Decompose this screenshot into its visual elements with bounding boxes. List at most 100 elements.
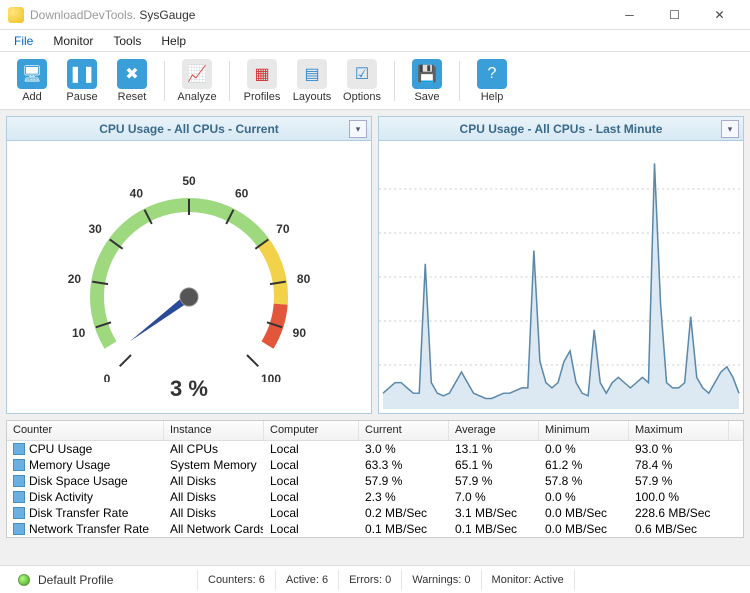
layouts-icon: ▤ [297, 59, 327, 89]
menu-monitor[interactable]: Monitor [43, 31, 103, 51]
grid-header-cell[interactable]: Computer [264, 421, 359, 440]
grid-header-cell[interactable]: Minimum [539, 421, 629, 440]
grid-cell: Disk Transfer Rate [7, 506, 164, 520]
grid-cell: Local [264, 474, 359, 488]
grid-cell: 0.0 % [539, 442, 629, 456]
counter-icon [13, 443, 25, 455]
status-counters: Counters: 6 [198, 570, 276, 590]
pause-button[interactable]: ❚❚Pause [60, 56, 104, 106]
analyze-button[interactable]: 📈Analyze [175, 56, 219, 106]
svg-text:20: 20 [68, 272, 82, 286]
add-button[interactable]: 🖥Add [10, 56, 54, 106]
grid-cell: Local [264, 490, 359, 504]
grid-header-cell[interactable]: Average [449, 421, 539, 440]
counter-icon [13, 491, 25, 503]
svg-text:0: 0 [104, 372, 111, 382]
grid-header-cell[interactable]: Maximum [629, 421, 729, 440]
table-row[interactable]: Disk Transfer RateAll DisksLocal0.2 MB/S… [7, 505, 743, 521]
grid-header: CounterInstanceComputerCurrentAverageMin… [7, 421, 743, 441]
grid-cell: 0.6 MB/Sec [629, 522, 729, 536]
grid-cell: Disk Activity [7, 490, 164, 504]
grid-cell: 0.0 % [539, 490, 629, 504]
grid-cell: 78.4 % [629, 458, 729, 472]
grid-cell: 3.1 MB/Sec [449, 506, 539, 520]
grid-cell: 0.0 MB/Sec [539, 506, 629, 520]
counter-icon [13, 459, 25, 471]
title-text: DownloadDevTools. SysGauge [30, 8, 195, 22]
grid-cell: All Disks [164, 490, 264, 504]
svg-text:10: 10 [72, 326, 86, 340]
grid-cell: 0.2 MB/Sec [359, 506, 449, 520]
gauge-panel-menu[interactable]: ▾ [349, 120, 367, 138]
pause-icon: ❚❚ [67, 59, 97, 89]
chart-panel-title: CPU Usage - All CPUs - Last Minute [460, 122, 663, 136]
grid-cell: 13.1 % [449, 442, 539, 456]
save-button[interactable]: 💾Save [405, 56, 449, 106]
grid-cell: Memory Usage [7, 458, 164, 472]
statusbar: Default Profile Counters: 6 Active: 6 Er… [0, 565, 750, 593]
main-panels: CPU Usage - All CPUs - Current ▾ 0 10 20 30… [0, 110, 750, 420]
grid-cell: All CPUs [164, 442, 264, 456]
grid-cell: 0.1 MB/Sec [359, 522, 449, 536]
grid-cell: 63.3 % [359, 458, 449, 472]
close-button[interactable]: ✕ [697, 1, 742, 29]
counter-icon [13, 507, 25, 519]
options-icon: ☑ [347, 59, 377, 89]
help-icon: ? [477, 59, 507, 89]
grid-cell: System Memory [164, 458, 264, 472]
table-row[interactable]: Disk Space UsageAll DisksLocal57.9 %57.9… [7, 473, 743, 489]
grid-cell: All Network Cards [164, 522, 264, 536]
svg-text:50: 50 [182, 174, 196, 188]
analyze-icon: 📈 [182, 59, 212, 89]
grid-cell: Disk Space Usage [7, 474, 164, 488]
toolbar: 🖥Add ❚❚Pause ✖Reset 📈Analyze ▦Profiles ▤… [0, 52, 750, 110]
status-active: Active: 6 [276, 570, 339, 590]
svg-text:90: 90 [293, 326, 307, 340]
grid-header-cell[interactable]: Instance [164, 421, 264, 440]
grid-cell: 57.8 % [539, 474, 629, 488]
svg-text:100: 100 [261, 372, 281, 382]
grid-cell: 65.1 % [449, 458, 539, 472]
gauge-value: 3 % [170, 376, 208, 402]
gauge-panel-title: CPU Usage - All CPUs - Current [99, 122, 279, 136]
grid-cell: 3.0 % [359, 442, 449, 456]
grid-cell: Local [264, 442, 359, 456]
grid-cell: 57.9 % [359, 474, 449, 488]
help-button[interactable]: ?Help [470, 56, 514, 106]
app-icon [8, 7, 24, 23]
gauge-panel: CPU Usage - All CPUs - Current ▾ 0 10 20 30… [6, 116, 372, 414]
grid-cell: 100.0 % [629, 490, 729, 504]
grid-cell: All Disks [164, 506, 264, 520]
svg-text:30: 30 [88, 222, 102, 236]
chart-panel: CPU Usage - All CPUs - Last Minute ▾ [378, 116, 744, 414]
reset-button[interactable]: ✖Reset [110, 56, 154, 106]
grid-cell: 2.3 % [359, 490, 449, 504]
grid-cell: 0.1 MB/Sec [449, 522, 539, 536]
profiles-icon: ▦ [247, 59, 277, 89]
grid-header-cell[interactable]: Current [359, 421, 449, 440]
menu-file[interactable]: File [4, 31, 43, 51]
table-row[interactable]: Memory UsageSystem MemoryLocal63.3 %65.1… [7, 457, 743, 473]
titlebar: DownloadDevTools. SysGauge ─ ☐ ✕ [0, 0, 750, 30]
grid-header-cell[interactable]: Counter [7, 421, 164, 440]
maximize-button[interactable]: ☐ [652, 1, 697, 29]
profiles-button[interactable]: ▦Profiles [240, 56, 284, 106]
status-warnings: Warnings: 0 [402, 570, 481, 590]
menu-tools[interactable]: Tools [103, 31, 151, 51]
table-row[interactable]: CPU UsageAll CPUsLocal3.0 %13.1 %0.0 %93… [7, 441, 743, 457]
minimize-button[interactable]: ─ [607, 1, 652, 29]
table-row[interactable]: Network Transfer RateAll Network CardsLo… [7, 521, 743, 537]
options-button[interactable]: ☑Options [340, 56, 384, 106]
menu-help[interactable]: Help [151, 31, 196, 51]
layouts-button[interactable]: ▤Layouts [290, 56, 334, 106]
reset-icon: ✖ [117, 59, 147, 89]
grid-cell: 93.0 % [629, 442, 729, 456]
gauge-chart: 0102030405060708090100 [29, 152, 349, 382]
grid-cell: Local [264, 458, 359, 472]
counter-icon [13, 475, 25, 487]
monitor-add-icon: 🖥 [17, 59, 47, 89]
table-row[interactable]: Disk ActivityAll DisksLocal2.3 %7.0 %0.0… [7, 489, 743, 505]
svg-text:40: 40 [130, 187, 144, 201]
status-errors: Errors: 0 [339, 570, 402, 590]
chart-panel-menu[interactable]: ▾ [721, 120, 739, 138]
